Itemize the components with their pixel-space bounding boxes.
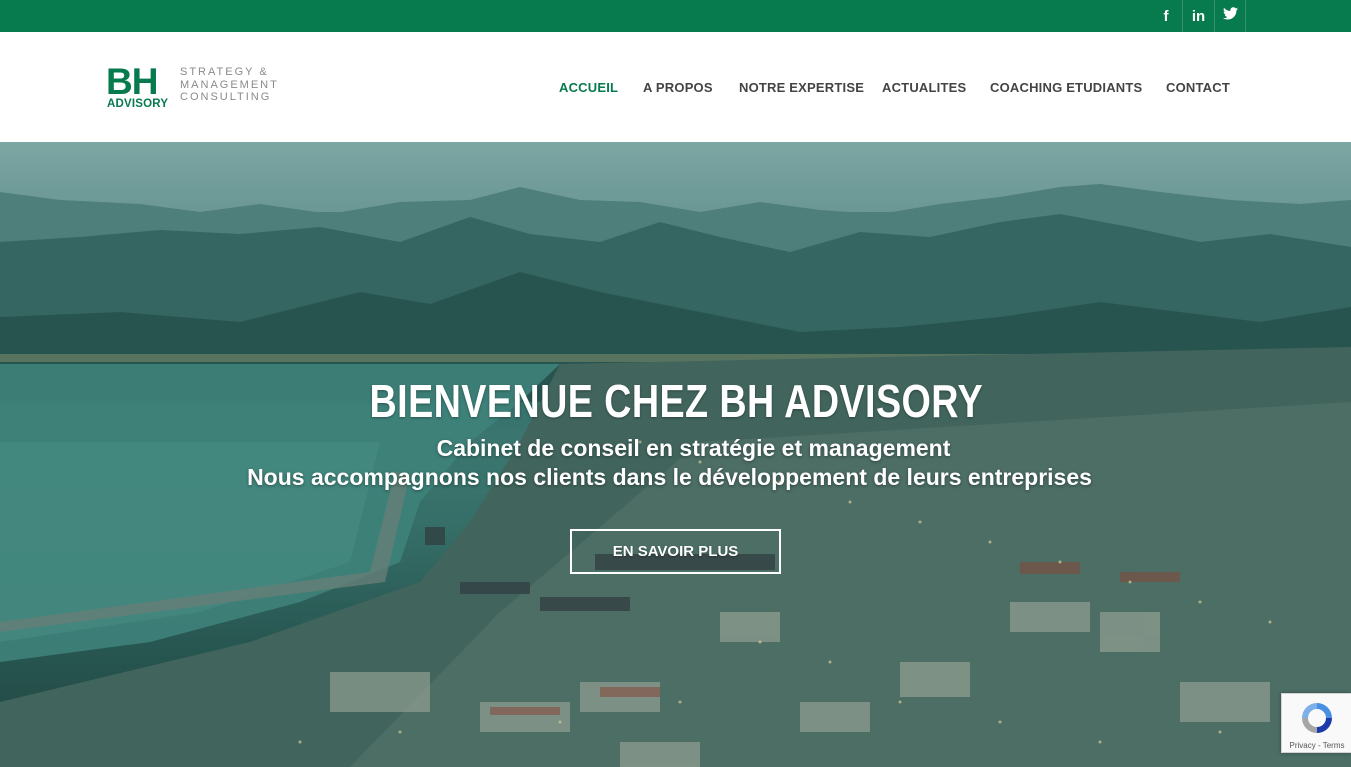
nav-notre-expertise[interactable]: NOTRE EXPERTISE xyxy=(739,32,864,142)
linkedin-icon: in xyxy=(1191,7,1206,25)
nav-coaching-etudiants[interactable]: COACHING ETUDIANTS xyxy=(990,32,1142,142)
nav-a-propos[interactable]: A PROPOS xyxy=(643,32,713,142)
logo-sub: ADVISORY xyxy=(107,98,169,110)
facebook-icon: f xyxy=(1163,7,1169,25)
recaptcha-badge[interactable]: Privacy - Terms xyxy=(1281,693,1351,753)
nav-contact[interactable]: CONTACT xyxy=(1166,32,1230,142)
recaptcha-links[interactable]: Privacy - Terms xyxy=(1282,741,1351,750)
social-top-bar: f in xyxy=(0,0,1351,32)
logo-tagline-line: STRATEGY & xyxy=(180,66,269,78)
logo-mark: BH xyxy=(106,61,158,102)
site-header: BH ADVISORY STRATEGY & MANAGEMENT CONSUL… xyxy=(0,32,1351,142)
logo-tagline-line: MANAGEMENT xyxy=(180,78,279,91)
hero-title: BIENVENUE CHEZ BH ADVISORY xyxy=(369,375,984,427)
hero-subtitle: Cabinet de conseil en stratégie et manag… xyxy=(436,435,951,461)
recaptcha-icon xyxy=(1298,701,1336,735)
hero-banner: BIENVENUE CHEZ BH ADVISORY Cabinet de co… xyxy=(0,142,1351,767)
twitter-icon xyxy=(1222,7,1238,25)
nav-actualites[interactable]: ACTUALITES xyxy=(882,32,966,142)
nav-accueil[interactable]: ACCUEIL xyxy=(559,32,618,142)
logo-tagline: STRATEGY & MANAGEMENT CONSULTING xyxy=(180,66,279,104)
twitter-link[interactable] xyxy=(1214,0,1246,32)
facebook-link[interactable]: f xyxy=(1150,0,1182,32)
hero-subtitle: Nous accompagnons nos clients dans le dé… xyxy=(247,464,1092,490)
site-logo[interactable]: BH ADVISORY STRATEGY & MANAGEMENT CONSUL… xyxy=(106,61,296,111)
learn-more-button[interactable]: EN SAVOIR PLUS xyxy=(570,529,781,574)
logo-tagline-line: CONSULTING xyxy=(180,91,272,103)
linkedin-link[interactable]: in xyxy=(1182,0,1214,32)
